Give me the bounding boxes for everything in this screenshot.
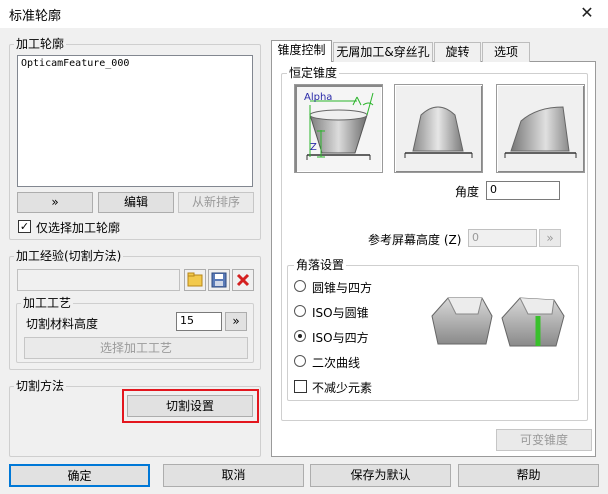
corner-preview-image — [428, 292, 568, 354]
alpha-label: Alpha — [304, 92, 333, 103]
no-reduce-checkbox[interactable] — [294, 380, 307, 393]
only-select-label: 仅选择加工轮廓 — [36, 221, 121, 235]
save-icon[interactable] — [208, 269, 230, 291]
more-button[interactable]: » — [17, 192, 93, 213]
edit-button[interactable]: 编辑 — [98, 192, 174, 213]
close-icon[interactable]: ✕ — [566, 0, 608, 28]
title-bar — [0, 0, 608, 28]
taper-slant-button[interactable] — [496, 84, 585, 173]
window-title: 标准轮廓 — [9, 9, 62, 24]
taper-arc-button[interactable] — [394, 84, 483, 173]
ok-button[interactable]: 确定 — [9, 464, 150, 487]
cancel-button[interactable]: 取消 — [163, 464, 304, 487]
cut-settings-button[interactable]: 切割设置 — [127, 395, 253, 417]
only-select-checkbox[interactable]: ✓ — [18, 220, 31, 233]
constant-taper-label: 恒定锥度 — [287, 66, 340, 80]
help-button[interactable]: 帮助 — [458, 464, 599, 487]
ref-height-label: 参考屏幕高度 (Z) — [368, 233, 462, 247]
z-label: Z — [310, 142, 317, 153]
material-height-more-button[interactable]: » — [225, 312, 247, 331]
cut-method-group-label: 切割方法 — [14, 379, 67, 393]
delete-icon[interactable] — [232, 269, 254, 291]
folder-icon[interactable] — [184, 269, 206, 291]
material-height-input[interactable]: 15 — [176, 312, 222, 331]
corner-radio-quadratic[interactable] — [294, 355, 306, 367]
ref-height-more-button[interactable]: » — [539, 229, 561, 247]
contour-list[interactable]: OpticamFeature_000 — [17, 55, 253, 187]
list-item[interactable]: OpticamFeature_000 — [21, 58, 249, 69]
tab-options[interactable]: 选项 — [482, 42, 530, 62]
tab-taper-control[interactable]: 锥度控制 — [271, 40, 332, 62]
select-process-button[interactable]: 选择加工工艺 — [24, 337, 248, 359]
angle-input[interactable]: 0 — [486, 181, 560, 200]
corner-settings-label: 角落设置 — [294, 258, 347, 272]
material-height-label: 切割材料高度 — [26, 317, 99, 331]
tab-rotate[interactable]: 旋转 — [434, 42, 481, 62]
save-default-button[interactable]: 保存为默认 — [310, 464, 451, 487]
contour-group-label: 加工轮廓 — [14, 37, 67, 51]
variable-taper-button[interactable]: 可变锥度 — [496, 429, 592, 451]
corner-radio-iso-cone[interactable] — [294, 305, 306, 317]
corner-label-cone-square: 圆锥与四方 — [312, 281, 373, 295]
no-reduce-label: 不减少元素 — [312, 381, 373, 395]
tab-chipless[interactable]: 无屑加工&穿丝孔 — [333, 42, 433, 62]
reorder-button[interactable]: 从新排序 — [178, 192, 254, 213]
experience-field[interactable] — [17, 269, 180, 291]
corner-label-iso-square: ISO与四方 — [312, 331, 369, 345]
angle-label: 角度 — [455, 185, 480, 199]
corner-radio-cone-square[interactable] — [294, 280, 306, 292]
process-group-label: 加工工艺 — [21, 296, 74, 310]
corner-radio-iso-square[interactable] — [294, 330, 306, 342]
experience-group-label: 加工经验(切割方法) — [14, 249, 124, 263]
corner-label-iso-cone: ISO与圆锥 — [312, 306, 369, 320]
ref-height-input[interactable]: 0 — [468, 229, 537, 247]
corner-label-quadratic: 二次曲线 — [312, 356, 361, 370]
